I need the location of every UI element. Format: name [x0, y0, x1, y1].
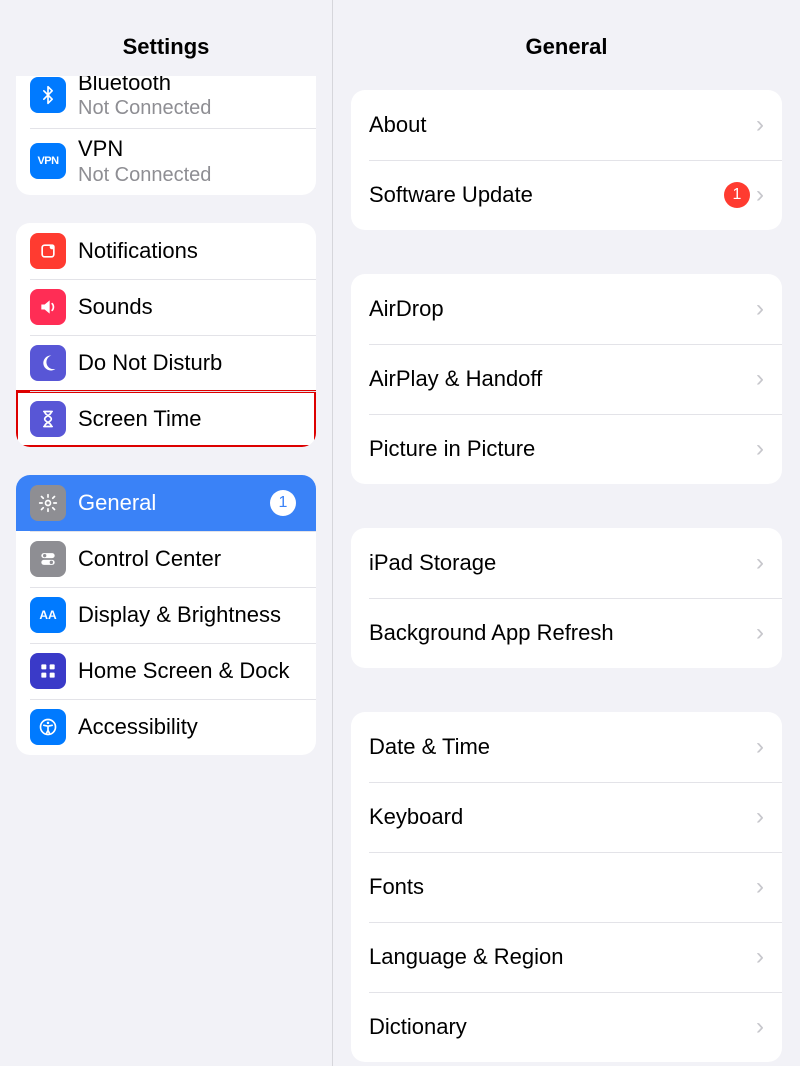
detail-item-dictionary[interactable]: Dictionary ›	[351, 992, 782, 1062]
row-label: Keyboard	[369, 804, 756, 830]
sidebar-item-dnd[interactable]: Do Not Disturb	[16, 335, 316, 391]
row-status: Not Connected	[78, 164, 302, 187]
sidebar-item-control-center[interactable]: Control Center	[16, 531, 316, 587]
detail-item-airdrop[interactable]: AirDrop ›	[351, 274, 782, 344]
detail-item-date-time[interactable]: Date & Time ›	[351, 712, 782, 782]
row-label: Dictionary	[369, 1014, 756, 1040]
display-icon: AA	[30, 597, 66, 633]
notification-badge: 1	[724, 182, 750, 208]
row-label: iPad Storage	[369, 550, 756, 576]
detail-item-bg-refresh[interactable]: Background App Refresh ›	[351, 598, 782, 668]
row-label: Notifications	[78, 238, 198, 263]
grid-icon	[30, 653, 66, 689]
row-label: Screen Time	[78, 406, 202, 431]
row-label: Date & Time	[369, 734, 756, 760]
row-label: Home Screen & Dock	[78, 658, 290, 683]
row-label: Accessibility	[78, 714, 198, 739]
chevron-right-icon: ›	[756, 365, 764, 393]
bluetooth-icon	[30, 77, 66, 113]
notification-badge: 1	[270, 490, 296, 516]
chevron-right-icon: ›	[756, 1013, 764, 1041]
detail-item-lang-region[interactable]: Language & Region ›	[351, 922, 782, 992]
sidebar-item-sounds[interactable]: Sounds	[16, 279, 316, 335]
row-label: General	[78, 490, 156, 515]
row-label: Software Update	[369, 182, 724, 208]
chevron-right-icon: ›	[756, 181, 764, 209]
accessibility-icon	[30, 709, 66, 745]
moon-icon	[30, 345, 66, 381]
chevron-right-icon: ›	[756, 619, 764, 647]
settings-sidebar: Settings Bluetooth Not Connected VPN VPN	[0, 0, 333, 1066]
detail-item-storage[interactable]: iPad Storage ›	[351, 528, 782, 598]
detail-item-fonts[interactable]: Fonts ›	[351, 852, 782, 922]
sidebar-item-display[interactable]: AA Display & Brightness	[16, 587, 316, 643]
detail-item-airplay[interactable]: AirPlay & Handoff ›	[351, 344, 782, 414]
sidebar-title: Settings	[0, 20, 332, 76]
sidebar-item-accessibility[interactable]: Accessibility	[16, 699, 316, 755]
row-label: VPN	[78, 136, 302, 161]
toggles-icon	[30, 541, 66, 577]
chevron-right-icon: ›	[756, 549, 764, 577]
row-label: AirDrop	[369, 296, 756, 322]
sidebar-item-notifications[interactable]: Notifications	[16, 223, 316, 279]
sidebar-item-general[interactable]: General 1	[16, 475, 316, 531]
row-label: Do Not Disturb	[78, 350, 222, 375]
sidebar-item-bluetooth[interactable]: Bluetooth Not Connected	[16, 76, 316, 128]
sounds-icon	[30, 289, 66, 325]
detail-item-pip[interactable]: Picture in Picture ›	[351, 414, 782, 484]
hourglass-icon	[30, 401, 66, 437]
row-label: Picture in Picture	[369, 436, 756, 462]
row-label: Sounds	[78, 294, 153, 319]
notifications-icon	[30, 233, 66, 269]
sidebar-item-screen-time[interactable]: Screen Time	[16, 391, 316, 447]
chevron-right-icon: ›	[756, 295, 764, 323]
detail-item-keyboard[interactable]: Keyboard ›	[351, 782, 782, 852]
sidebar-item-vpn[interactable]: VPN VPN Not Connected	[16, 128, 316, 194]
row-status: Not Connected	[78, 97, 302, 120]
chevron-right-icon: ›	[756, 803, 764, 831]
gear-icon	[30, 485, 66, 521]
row-label: Bluetooth	[78, 76, 302, 95]
detail-item-software-update[interactable]: Software Update 1 ›	[351, 160, 782, 230]
general-detail-pane: General About › Software Update 1 › AirD…	[333, 0, 800, 1066]
row-label: Fonts	[369, 874, 756, 900]
row-label: About	[369, 112, 756, 138]
detail-title: General	[333, 20, 800, 76]
vpn-icon: VPN	[30, 143, 66, 179]
row-label: AirPlay & Handoff	[369, 366, 756, 392]
detail-item-about[interactable]: About ›	[351, 90, 782, 160]
sidebar-item-home-screen[interactable]: Home Screen & Dock	[16, 643, 316, 699]
row-label: Language & Region	[369, 944, 756, 970]
chevron-right-icon: ›	[756, 943, 764, 971]
row-label: Background App Refresh	[369, 620, 756, 646]
row-label: Display & Brightness	[78, 602, 281, 627]
chevron-right-icon: ›	[756, 873, 764, 901]
chevron-right-icon: ›	[756, 435, 764, 463]
row-label: Control Center	[78, 546, 221, 571]
chevron-right-icon: ›	[756, 111, 764, 139]
chevron-right-icon: ›	[756, 733, 764, 761]
